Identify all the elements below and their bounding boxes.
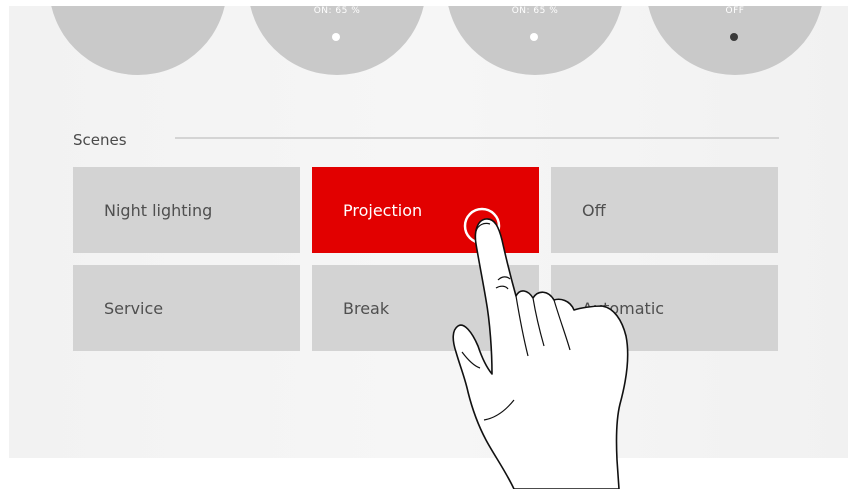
light-dial-1[interactable] <box>49 6 227 75</box>
dial-status: OFF <box>725 6 745 16</box>
section-divider <box>175 137 779 139</box>
scene-button-projection[interactable]: Projection <box>312 167 539 253</box>
section-title-scenes: Scenes <box>73 131 127 149</box>
dial-status: ON: 65 % <box>511 6 559 16</box>
scene-button-label: Automatic <box>582 298 665 318</box>
scene-button-break[interactable]: Break <box>312 265 539 351</box>
scene-button-label: Off <box>582 200 606 220</box>
dial-status: ON: 65 % <box>313 6 361 16</box>
scene-button-service[interactable]: Service <box>73 265 300 351</box>
scene-button-label: Service <box>104 298 164 318</box>
scene-button-label: Break <box>343 298 390 318</box>
scene-button-night-lighting[interactable]: Night lighting <box>73 167 300 253</box>
dial-indicator-dot <box>730 33 738 41</box>
light-dial-4[interactable]: OFF <box>646 6 824 75</box>
dial-indicator-dot <box>530 33 538 41</box>
dial-indicator-dot <box>332 33 340 41</box>
scene-button-off[interactable]: Off <box>551 167 778 253</box>
control-panel: ON: 65 % ON: 65 % OFF Scenes Night light… <box>9 6 848 458</box>
scene-button-label: Projection <box>343 200 423 220</box>
light-dial-2[interactable]: ON: 65 % <box>248 6 426 75</box>
scene-button-label: Night lighting <box>104 200 213 220</box>
light-dial-3[interactable]: ON: 65 % <box>446 6 624 75</box>
scene-button-automatic[interactable]: Automatic <box>551 265 778 351</box>
